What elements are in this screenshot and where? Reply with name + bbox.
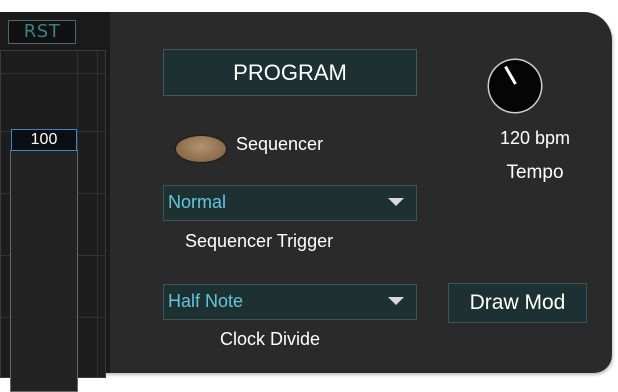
sequencer-trigger-select[interactable]: Normal — [163, 185, 417, 221]
clock-divide-select[interactable]: Half Note — [163, 284, 417, 320]
draw-mod-button[interactable]: Draw Mod — [448, 283, 587, 323]
grid-line — [1, 73, 105, 74]
clock-divide-value: Half Note — [168, 291, 244, 311]
chevron-down-icon — [388, 198, 404, 206]
sequencer-grid-area: RST 100 — [0, 12, 110, 392]
tempo-knob[interactable] — [489, 60, 541, 112]
chevron-down-icon — [388, 297, 404, 305]
program-button[interactable]: PROGRAM — [163, 49, 417, 96]
step-value-readout[interactable]: 100 — [11, 129, 77, 151]
sequencer-label: Sequencer — [236, 134, 324, 154]
clock-divide-label: Clock Divide — [220, 329, 321, 349]
window-frame: RST 100 PROGRAM Sequencer Normal Sequenc… — [0, 0, 618, 392]
sequencer-trigger-value: Normal — [168, 192, 227, 212]
sequencer-trigger-label: Sequencer Trigger — [185, 231, 334, 251]
step-bar[interactable] — [10, 150, 78, 392]
tempo-value: 120 bpm — [499, 128, 571, 148]
sequencer-led-toggle[interactable] — [176, 136, 226, 162]
tempo-label: Tempo — [506, 162, 564, 183]
reset-button[interactable]: RST — [8, 20, 76, 44]
grid-line — [97, 51, 98, 377]
knob-indicator-icon — [504, 65, 517, 85]
